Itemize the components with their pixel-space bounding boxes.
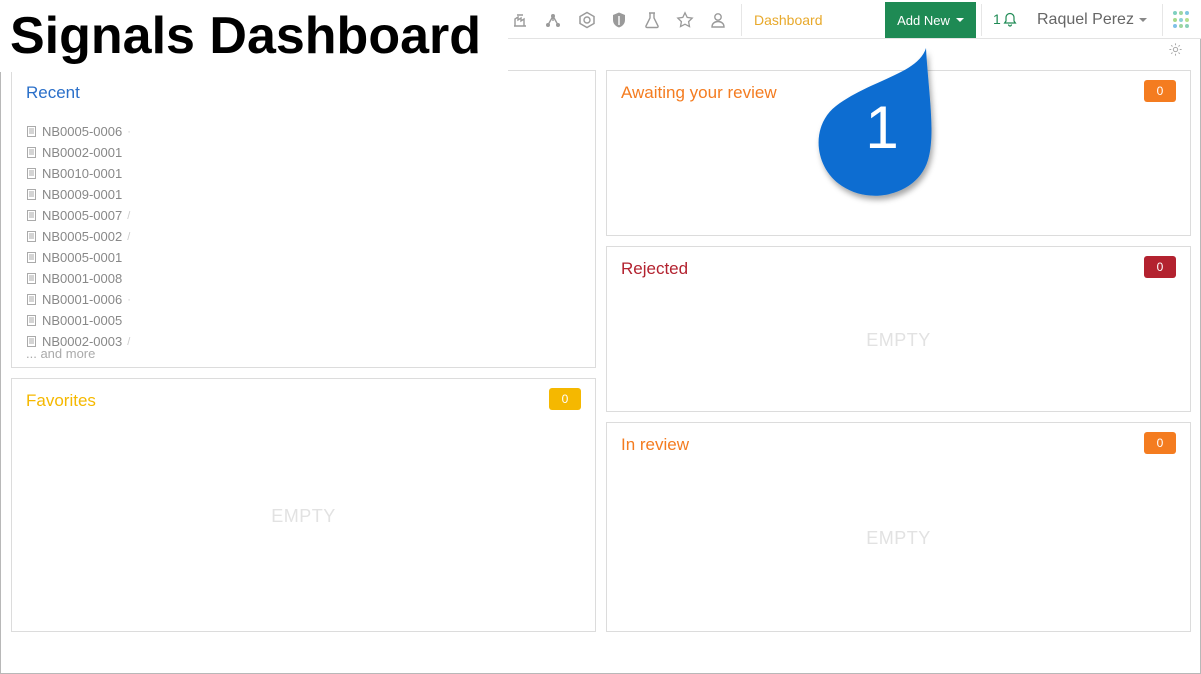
recent-title: Recent	[26, 83, 80, 102]
document-icon	[27, 252, 36, 263]
caret-down-icon	[1138, 18, 1147, 22]
beaker-icon[interactable]	[642, 10, 662, 30]
star-icon[interactable]	[675, 10, 695, 30]
document-icon	[27, 147, 36, 158]
recent-item-trail: ·	[127, 125, 131, 138]
recent-item-label: NB0002-0001	[42, 145, 123, 160]
recent-item-label: NB0005-0006	[42, 124, 123, 139]
favorites-count-badge: 0	[549, 388, 581, 410]
document-icon	[27, 126, 36, 137]
recent-item-trail: /	[127, 230, 131, 243]
apps-grid-icon[interactable]	[1173, 11, 1191, 29]
nav-divider	[981, 4, 982, 36]
recent-item-label: NB0009-0001	[42, 187, 123, 202]
caret-down-icon	[955, 18, 964, 22]
in-review-count-badge: 0	[1144, 432, 1176, 454]
recent-item-label: NB0001-0008	[42, 271, 123, 286]
users-icon[interactable]	[708, 10, 728, 30]
and-more-link[interactable]: ... and more	[26, 346, 95, 361]
list-item[interactable]: NB0010-0001	[26, 163, 131, 184]
notifications-button[interactable]: 1	[993, 11, 1017, 27]
recent-item-trail: /	[127, 209, 131, 222]
list-item[interactable]: NB0005-0006 ·	[26, 121, 131, 142]
list-item[interactable]: NB0009-0001	[26, 184, 131, 205]
recent-item-label: NB0001-0005	[42, 313, 123, 328]
list-item[interactable]: NB0001-0008	[26, 268, 131, 289]
favorites-empty-label: EMPTY	[271, 506, 336, 526]
list-item[interactable]: NB0005-0002 /	[26, 226, 131, 247]
in-review-empty-label: EMPTY	[866, 528, 931, 548]
hexagon-icon[interactable]	[577, 10, 597, 30]
rejected-empty-label: EMPTY	[866, 330, 931, 350]
recent-item-label: NB0005-0002	[42, 229, 123, 244]
list-item[interactable]: NB0005-0001	[26, 247, 131, 268]
callout-number: 1	[865, 94, 899, 161]
recent-list: NB0005-0006 · NB0002-0001 NB0010-0001 NB0…	[26, 121, 131, 352]
recent-item-label: NB0010-0001	[42, 166, 123, 181]
list-item[interactable]: NB0001-0005	[26, 310, 131, 331]
notification-count: 1	[993, 11, 1001, 27]
document-icon	[27, 168, 36, 179]
awaiting-review-title: Awaiting your review	[621, 83, 777, 102]
recent-panel: Recent NB0005-0006 · NB0002-0001 NB0010-0…	[11, 70, 596, 368]
document-icon	[27, 189, 36, 200]
flask-building-icon[interactable]	[510, 10, 530, 30]
shield-icon[interactable]	[609, 10, 629, 30]
user-menu[interactable]: Raquel Perez	[1037, 11, 1147, 29]
document-icon	[27, 294, 36, 305]
awaiting-count-badge: 0	[1144, 80, 1176, 102]
user-name: Raquel Perez	[1037, 11, 1134, 28]
list-item[interactable]: NB0001-0006 ·	[26, 289, 131, 310]
rejected-count-badge: 0	[1144, 256, 1176, 278]
network-icon[interactable]	[543, 10, 563, 30]
add-new-button[interactable]: Add New	[885, 2, 976, 38]
in-review-panel: In review 0 EMPTY	[606, 422, 1191, 632]
document-icon	[27, 315, 36, 326]
in-review-title: In review	[621, 435, 690, 454]
recent-item-label: NB0001-0006	[42, 292, 123, 307]
nav-divider	[741, 4, 742, 36]
rejected-panel: Rejected 0 EMPTY	[606, 246, 1191, 412]
list-item[interactable]: NB0002-0001	[26, 142, 131, 163]
bell-icon	[1003, 12, 1017, 27]
recent-item-trail: /	[127, 335, 131, 348]
favorites-title: Favorites	[26, 391, 96, 410]
list-item[interactable]: NB0005-0007 /	[26, 205, 131, 226]
recent-item-label: NB0005-0001	[42, 250, 123, 265]
add-new-label: Add New	[897, 12, 950, 28]
nav-dashboard-link[interactable]: Dashboard	[754, 12, 823, 28]
nav-divider	[1162, 4, 1163, 36]
recent-item-trail: ·	[127, 293, 131, 306]
document-icon	[27, 210, 36, 221]
page-title: Signals Dashboard	[10, 7, 481, 65]
favorites-panel: Favorites 0 EMPTY	[11, 378, 596, 632]
settings-gear-icon[interactable]	[1168, 42, 1183, 57]
document-icon	[27, 231, 36, 242]
rejected-title: Rejected	[621, 259, 689, 278]
recent-item-label: NB0005-0007	[42, 208, 123, 223]
document-icon	[27, 273, 36, 284]
